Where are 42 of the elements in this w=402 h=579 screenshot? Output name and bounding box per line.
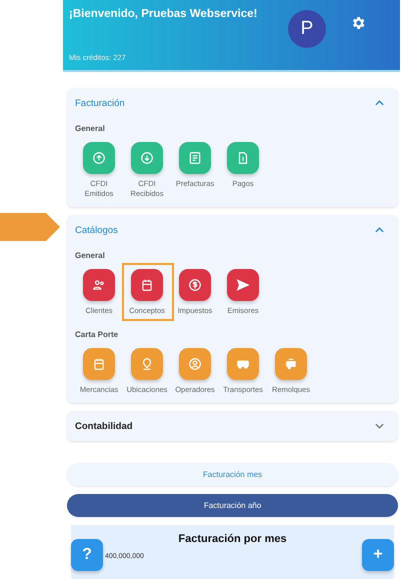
menu-tile[interactable] <box>83 142 115 174</box>
chart-title: Facturación por mes <box>178 533 287 545</box>
settings-icon[interactable] <box>350 15 366 31</box>
people-icon <box>92 278 106 292</box>
menu-tile[interactable] <box>179 142 211 174</box>
pin-icon <box>140 357 154 371</box>
group-title: General <box>75 251 105 260</box>
chevron-icon[interactable] <box>375 100 384 106</box>
dollar-icon <box>188 278 202 292</box>
send-icon <box>236 278 250 292</box>
calendar-icon <box>140 278 154 292</box>
section-title[interactable]: Catálogos <box>75 224 118 236</box>
list-icon <box>188 151 202 165</box>
section-title[interactable]: Contabilidad <box>75 420 133 432</box>
trailer-icon <box>284 357 298 371</box>
menu-tile[interactable] <box>275 348 307 380</box>
menu-tile[interactable] <box>227 348 259 380</box>
calendar-icon <box>92 357 106 371</box>
menu-tile[interactable] <box>131 348 163 380</box>
group-title: Carta Porte <box>75 330 118 339</box>
group-title: General <box>75 124 105 133</box>
person-icon <box>188 357 202 371</box>
menu-tile[interactable] <box>227 269 259 301</box>
tab[interactable]: Facturación mes <box>67 463 398 486</box>
menu-tile[interactable] <box>227 142 259 174</box>
avatar[interactable]: P <box>288 10 326 48</box>
chevron-icon[interactable] <box>375 423 384 429</box>
section-title[interactable]: Facturación <box>75 98 125 108</box>
welcome-title: ¡Bienvenido, Pruebas Webservice! <box>69 8 258 20</box>
upload-icon <box>92 151 106 165</box>
chevron-icon[interactable] <box>375 227 384 233</box>
menu-tile[interactable] <box>179 269 211 301</box>
menu-tile[interactable] <box>131 269 163 301</box>
menu-tile[interactable] <box>83 348 115 380</box>
menu-tile[interactable] <box>179 348 211 380</box>
download-icon <box>140 151 154 165</box>
file-icon <box>236 151 250 165</box>
add-button[interactable]: + <box>362 539 394 571</box>
help-button[interactable]: ? <box>71 539 103 571</box>
menu-tile[interactable] <box>131 142 163 174</box>
menu-tile[interactable] <box>83 269 115 301</box>
tab[interactable]: Facturación año <box>67 494 398 517</box>
